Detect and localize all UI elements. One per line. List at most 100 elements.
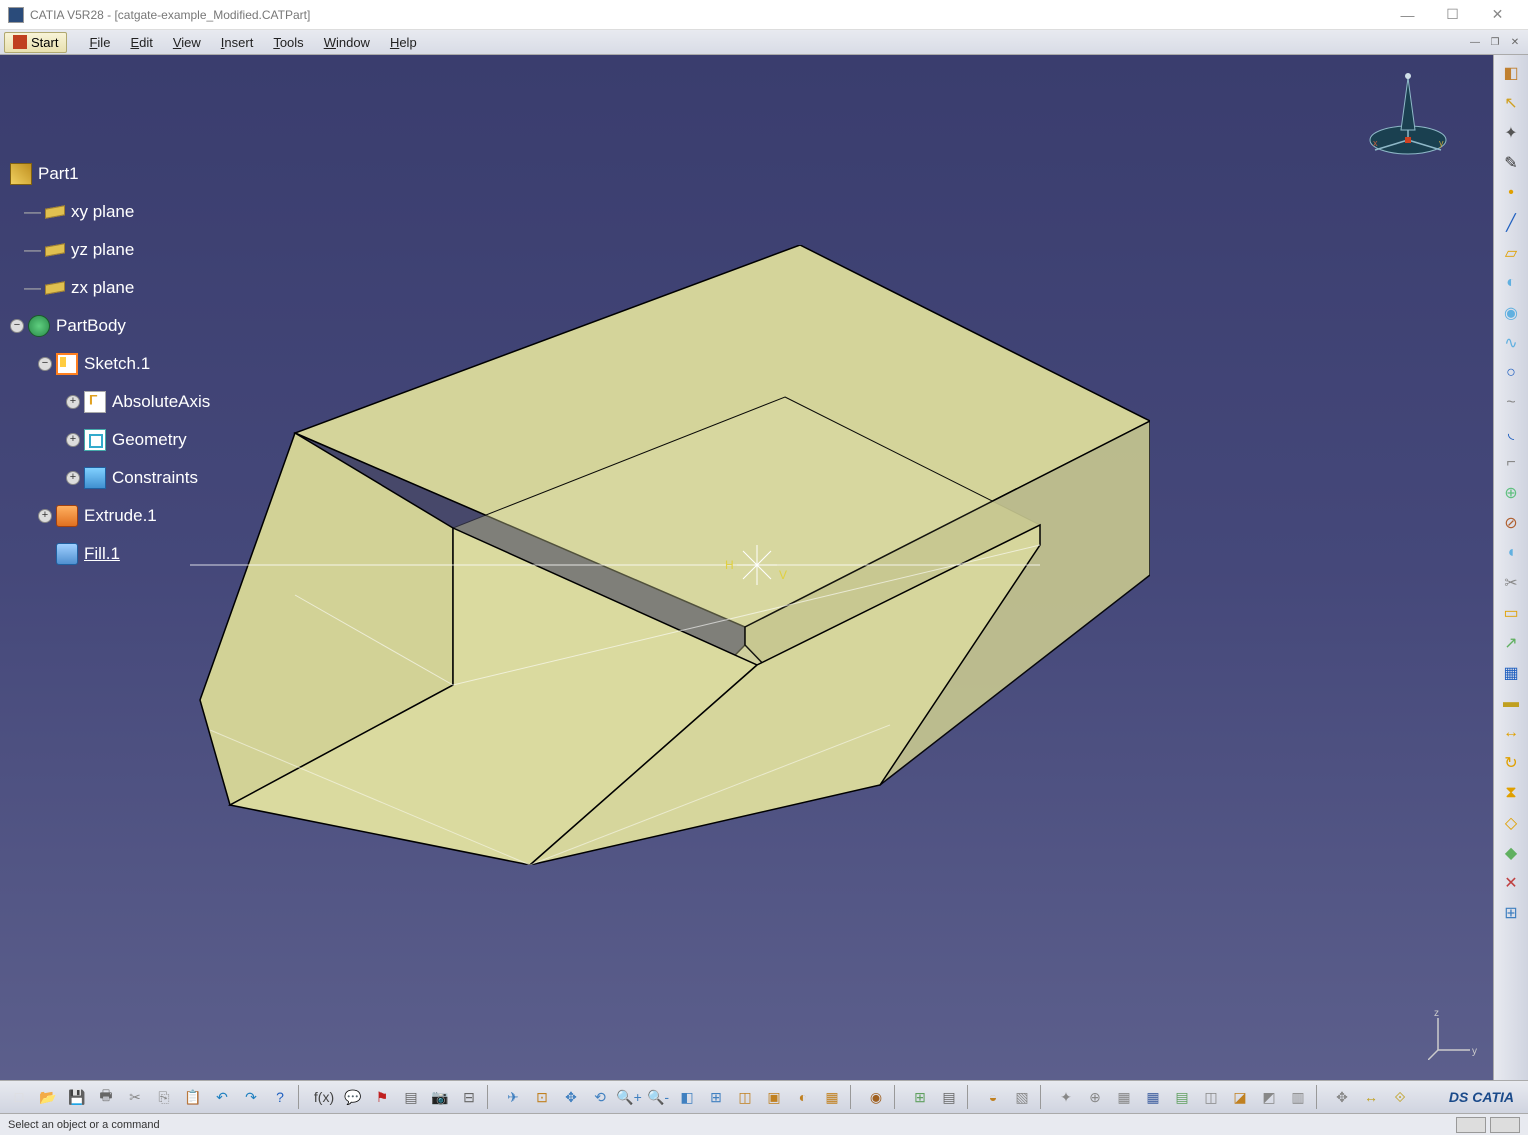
redo-icon[interactable]: ↷ xyxy=(238,1084,264,1110)
workbench-icon[interactable]: ◧ xyxy=(1497,59,1525,87)
revolve-icon[interactable]: ◉ xyxy=(1497,299,1525,327)
trim-icon[interactable]: ✂ xyxy=(1497,569,1525,597)
texture-icon[interactable]: ▧ xyxy=(1009,1084,1035,1110)
comment-icon[interactable]: 💬 xyxy=(340,1084,366,1110)
translate-icon[interactable]: ↔ xyxy=(1497,719,1525,747)
copy-icon[interactable]: ⎘ xyxy=(151,1084,177,1110)
plane-icon[interactable]: ▱ xyxy=(1497,239,1525,267)
paste-icon[interactable]: 📋 xyxy=(180,1084,206,1110)
catalog-icon[interactable]: ▤ xyxy=(398,1084,424,1110)
sketch-icon[interactable]: ✎ xyxy=(1497,149,1525,177)
multi-view-icon[interactable]: ⊞ xyxy=(703,1084,729,1110)
sketch-pos-icon[interactable]: ⊞ xyxy=(907,1084,933,1110)
zoom-out-icon[interactable]: 🔍- xyxy=(645,1084,671,1110)
save-icon[interactable]: 💾 xyxy=(64,1084,90,1110)
create-datum-icon[interactable]: ◪ xyxy=(1227,1084,1253,1110)
expand-icon[interactable]: + xyxy=(66,395,80,409)
fit-icon[interactable]: ⊡ xyxy=(529,1084,555,1110)
tree-sketch[interactable]: − Sketch.1 xyxy=(10,345,210,383)
iso-view-icon[interactable]: ◫ xyxy=(732,1084,758,1110)
hide-show-icon[interactable]: ◐ xyxy=(790,1084,816,1110)
origin-icon[interactable]: ⊕ xyxy=(1082,1084,1108,1110)
tree-root-part[interactable]: Part1 xyxy=(10,155,210,193)
snap-icon[interactable]: ◫ xyxy=(1198,1084,1224,1110)
render-icon[interactable]: ◉ xyxy=(863,1084,889,1110)
fillet-icon[interactable]: ◖ xyxy=(1497,539,1525,567)
split-icon[interactable]: ⊘ xyxy=(1497,509,1525,537)
fly-icon[interactable]: ✈ xyxy=(500,1084,526,1110)
status-indicator-2[interactable] xyxy=(1490,1117,1520,1133)
tree-geometry[interactable]: + Geometry xyxy=(10,421,210,459)
model-geometry[interactable]: V H xyxy=(190,245,1150,865)
boundary-icon[interactable]: ▭ xyxy=(1497,599,1525,627)
cut-icon[interactable]: ✂ xyxy=(122,1084,148,1110)
start-button[interactable]: Start xyxy=(4,32,67,53)
maximize-button[interactable]: ☐ xyxy=(1430,1,1475,29)
axis-transform-icon[interactable]: ✕ xyxy=(1497,869,1525,897)
open-icon[interactable]: 📂 xyxy=(35,1084,61,1110)
grid-icon[interactable]: ▦ xyxy=(1140,1084,1166,1110)
tree-zx-plane[interactable]: — zx plane xyxy=(10,269,210,307)
join-icon[interactable]: ⊕ xyxy=(1497,479,1525,507)
help-icon[interactable]: ? xyxy=(267,1084,293,1110)
insert-mode-icon[interactable]: ◩ xyxy=(1256,1084,1282,1110)
line-icon[interactable]: ╱ xyxy=(1497,209,1525,237)
select-arrow-icon[interactable]: ↖ xyxy=(1497,89,1525,117)
pan-icon[interactable]: ✥ xyxy=(558,1084,584,1110)
material-icon[interactable]: ◒ xyxy=(980,1084,1006,1110)
spline-icon[interactable]: ~ xyxy=(1497,389,1525,417)
expand-icon[interactable]: + xyxy=(66,471,80,485)
pattern-icon[interactable]: ▦ xyxy=(1497,659,1525,687)
menu-file[interactable]: File xyxy=(79,32,120,53)
doc-minimize-button[interactable]: — xyxy=(1466,34,1484,50)
grid3-icon[interactable]: ▦ xyxy=(1111,1084,1137,1110)
shading-icon[interactable]: ▣ xyxy=(761,1084,787,1110)
axis-sys-icon[interactable]: ✦ xyxy=(1053,1084,1079,1110)
extrapolate-icon[interactable]: ↗ xyxy=(1497,629,1525,657)
symmetry-icon[interactable]: ⧗ xyxy=(1497,779,1525,807)
point-icon[interactable]: • xyxy=(1497,179,1525,207)
measure-item-icon[interactable]: ⟐ xyxy=(1387,1084,1413,1110)
zoom-in-icon[interactable]: 🔍+ xyxy=(616,1084,642,1110)
tree-absoluteaxis[interactable]: + AbsoluteAxis xyxy=(10,383,210,421)
affinity-icon[interactable]: ◆ xyxy=(1497,839,1525,867)
menu-help[interactable]: Help xyxy=(380,32,427,53)
menu-tools[interactable]: Tools xyxy=(263,32,313,53)
tree-fill[interactable]: Fill.1 xyxy=(10,535,210,573)
doc-close-button[interactable]: ✕ xyxy=(1506,34,1524,50)
menu-window[interactable]: Window xyxy=(314,32,380,53)
expand-icon[interactable]: + xyxy=(38,509,52,523)
expand-icon[interactable]: + xyxy=(66,433,80,447)
minimize-button[interactable]: — xyxy=(1385,1,1430,29)
normal-view-icon[interactable]: ◧ xyxy=(674,1084,700,1110)
corner-icon[interactable]: ⌐ xyxy=(1497,449,1525,477)
collapse-icon[interactable]: − xyxy=(10,319,24,333)
menu-insert[interactable]: Insert xyxy=(211,32,264,53)
close-button[interactable]: ✕ xyxy=(1475,1,1520,29)
temp-analysis-icon[interactable]: ▥ xyxy=(1285,1084,1311,1110)
compass-icon[interactable]: ✦ xyxy=(1497,119,1525,147)
rotate-icon[interactable]: ↻ xyxy=(1497,749,1525,777)
scale-icon[interactable]: ◇ xyxy=(1497,809,1525,837)
working-sup-icon[interactable]: ▤ xyxy=(1169,1084,1195,1110)
tree-extrude[interactable]: + Extrude.1 xyxy=(10,497,210,535)
rotate-view-icon[interactable]: ⟲ xyxy=(587,1084,613,1110)
extrude-icon[interactable]: ◐ xyxy=(1497,269,1525,297)
tree-partbody[interactable]: − PartBody xyxy=(10,307,210,345)
capture-icon[interactable]: 📷 xyxy=(427,1084,453,1110)
circle-icon[interactable]: ○ xyxy=(1497,359,1525,387)
tree-xy-plane[interactable]: — xy plane xyxy=(10,193,210,231)
view-compass[interactable]: x y xyxy=(1363,70,1453,160)
manip-icon[interactable]: ✥ xyxy=(1329,1084,1355,1110)
menu-edit[interactable]: Edit xyxy=(120,32,162,53)
measure-between-icon[interactable]: ↔ xyxy=(1358,1084,1384,1110)
new-icon[interactable]: □ xyxy=(6,1084,32,1110)
tree-yz-plane[interactable]: — yz plane xyxy=(10,231,210,269)
flag-icon[interactable]: ⚑ xyxy=(369,1084,395,1110)
arc-icon[interactable]: ◟ xyxy=(1497,419,1525,447)
measure-icon[interactable]: ⊞ xyxy=(1497,899,1525,927)
status-indicator-1[interactable] xyxy=(1456,1117,1486,1133)
print-icon[interactable]: 🖶 xyxy=(93,1084,119,1110)
doc-restore-button[interactable]: ❐ xyxy=(1486,34,1504,50)
sweep-icon[interactable]: ∿ xyxy=(1497,329,1525,357)
